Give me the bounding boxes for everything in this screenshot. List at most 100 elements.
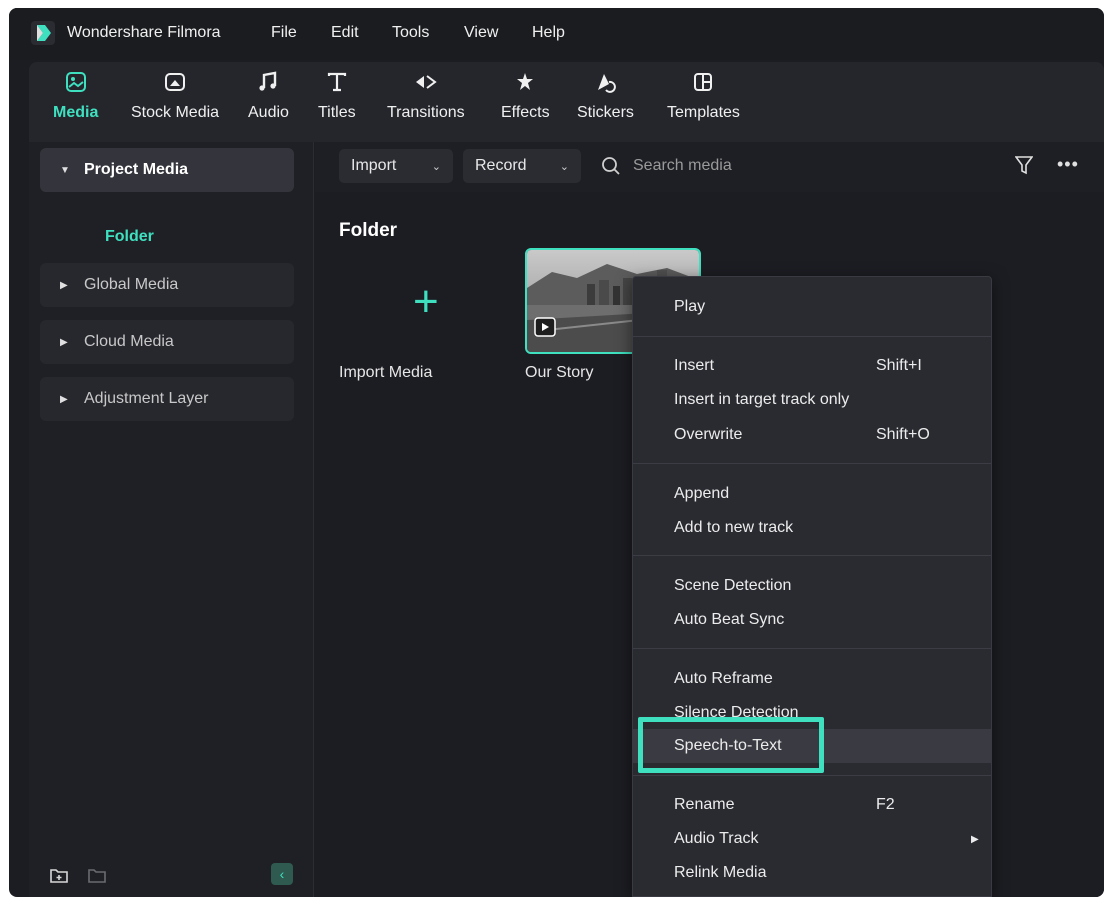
menu-item-auto-reframe[interactable]: Auto Reframe: [633, 662, 991, 696]
tab-label: Transitions: [387, 104, 465, 121]
media-sidebar: ▼ Project Media Folder ▶ Global Media ▶ …: [29, 142, 314, 897]
tab-templates[interactable]: Templates: [667, 68, 740, 122]
menu-item-scene-detection[interactable]: Scene Detection: [633, 569, 991, 603]
menu-item-shortcut: F2: [876, 796, 895, 813]
menu-item-label: Append: [674, 485, 730, 502]
record-dropdown[interactable]: Record ⌄: [463, 149, 581, 183]
menu-item-shortcut: Shift+O: [876, 426, 930, 443]
tab-effects[interactable]: Effects: [501, 68, 550, 122]
tab-stickers[interactable]: Stickers: [577, 68, 634, 122]
clip-label: Our Story: [525, 364, 594, 381]
menu-item-play[interactable]: Play: [633, 290, 991, 324]
menu-item-overwrite[interactable]: Overwrite Shift+O: [633, 418, 991, 452]
menu-item-label: Audio Track: [674, 830, 759, 847]
tab-label: Media: [53, 104, 99, 121]
sidebar-item-label: Cloud Media: [84, 333, 174, 350]
tab-label: Stock Media: [131, 104, 220, 121]
audio-icon: [254, 68, 282, 96]
menu-item-label: Rename: [674, 796, 735, 813]
menu-tools[interactable]: Tools: [392, 24, 429, 42]
menu-item-label: Scene Detection: [674, 577, 792, 594]
collapse-sidebar-button[interactable]: ‹: [271, 863, 293, 885]
menu-view[interactable]: View: [464, 24, 498, 42]
import-dropdown[interactable]: Import ⌄: [339, 149, 453, 183]
menu-item-label: Insert: [674, 357, 715, 374]
menu-item-label: Auto Beat Sync: [674, 611, 785, 628]
app-title: Wondershare Filmora: [67, 24, 221, 41]
menu-help[interactable]: Help: [532, 24, 565, 42]
sidebar-folder[interactable]: Folder: [105, 228, 154, 246]
menu-item-shortcut: Shift+I: [876, 357, 922, 374]
menu-item-label: Auto Reframe: [674, 670, 773, 687]
tab-label: Effects: [501, 104, 550, 121]
sidebar-footer: [49, 867, 107, 885]
sidebar-item-adjustment-layer[interactable]: ▶ Adjustment Layer: [40, 377, 294, 421]
transitions-icon: [412, 68, 440, 96]
sidebar-item-project-media[interactable]: ▼ Project Media: [40, 148, 294, 192]
menu-item-label: Play: [674, 298, 706, 315]
import-media-label: Import Media: [339, 364, 433, 381]
import-media-tile[interactable]: +: [339, 258, 509, 358]
more-options-icon[interactable]: •••: [1057, 154, 1079, 175]
tab-audio[interactable]: Audio: [248, 68, 289, 122]
tab-label: Templates: [667, 104, 740, 121]
templates-icon: [689, 68, 717, 96]
sidebar-item-label: Global Media: [84, 276, 179, 293]
stock-media-icon: [161, 68, 189, 96]
title-bar: Wondershare Filmora File Edit Tools View…: [9, 8, 1104, 60]
caret-right-icon: ▶: [60, 336, 68, 348]
menu-item-insert-target-track[interactable]: Insert in target track only: [633, 383, 991, 417]
chevron-down-icon: ⌄: [431, 160, 441, 173]
tab-stock-media[interactable]: Stock Media: [131, 68, 219, 122]
search-placeholder: Search media: [633, 157, 732, 174]
menu-item-label: Relink Media: [674, 864, 767, 881]
menu-item-audio-track[interactable]: Audio Track ▶: [633, 822, 991, 856]
media-toolbar: Import ⌄ Record ⌄ Search media •••: [315, 142, 1104, 192]
caret-down-icon: ▼: [60, 164, 70, 176]
sidebar-item-cloud-media[interactable]: ▶ Cloud Media: [40, 320, 294, 364]
menu-separator: [633, 648, 991, 649]
caret-right-icon: ▶: [60, 393, 68, 405]
menu-file[interactable]: File: [271, 24, 297, 42]
sidebar-item-label: Adjustment Layer: [84, 390, 209, 407]
context-menu: Play Insert Shift+I Insert in target tra…: [632, 276, 992, 897]
tab-label: Titles: [318, 104, 356, 121]
menu-item-insert[interactable]: Insert Shift+I: [633, 349, 991, 383]
caret-right-icon: ▶: [60, 279, 68, 291]
filmora-logo-icon: [31, 21, 55, 45]
menu-item-relink-media[interactable]: Relink Media: [633, 856, 991, 890]
sidebar-item-global-media[interactable]: ▶ Global Media: [40, 263, 294, 307]
tab-media[interactable]: Media: [53, 68, 98, 122]
menu-item-append[interactable]: Append: [633, 477, 991, 511]
chevron-down-icon: ⌄: [559, 160, 569, 173]
filter-icon[interactable]: [1015, 155, 1033, 175]
tab-transitions[interactable]: Transitions: [387, 68, 465, 122]
stickers-icon: [591, 68, 619, 96]
plus-icon: +: [413, 277, 439, 326]
tab-label: Audio: [248, 104, 289, 121]
menu-item-auto-beat-sync[interactable]: Auto Beat Sync: [633, 603, 991, 637]
folder-icon[interactable]: [87, 867, 107, 885]
media-icon: [62, 68, 90, 96]
menu-item-label: Insert in target track only: [674, 391, 850, 408]
effects-icon: [511, 68, 539, 96]
search-icon: [602, 157, 620, 175]
module-toolbar: Media Stock Media Audio Titles Transitio…: [29, 62, 1104, 142]
menu-edit[interactable]: Edit: [331, 24, 359, 42]
titles-icon: [323, 68, 351, 96]
tab-titles[interactable]: Titles: [318, 68, 356, 122]
menu-separator: [633, 555, 991, 556]
menu-item-label: Add to new track: [674, 519, 794, 536]
menu-separator: [633, 463, 991, 464]
search-input[interactable]: Search media: [601, 149, 732, 183]
menu-separator: [633, 336, 991, 337]
menu-item-rename[interactable]: Rename F2: [633, 788, 991, 822]
menu-item-label: Overwrite: [674, 426, 743, 443]
chevron-left-icon: ‹: [279, 866, 285, 882]
new-folder-icon[interactable]: [49, 867, 69, 885]
menu-separator: [633, 775, 991, 776]
menu-item-add-to-new-track[interactable]: Add to new track: [633, 511, 991, 545]
tab-label: Stickers: [577, 104, 634, 121]
folder-title: Folder: [339, 220, 398, 241]
sidebar-item-label: Project Media: [84, 161, 189, 178]
